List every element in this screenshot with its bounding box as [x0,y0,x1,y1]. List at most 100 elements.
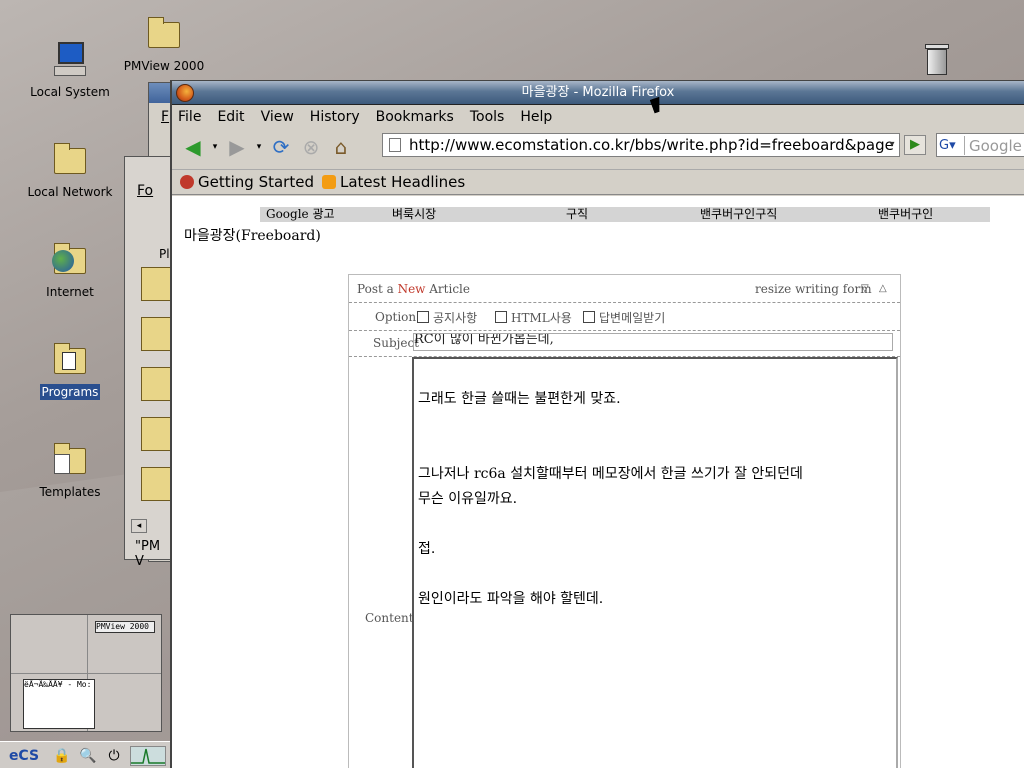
reply-mail-option[interactable]: 답변메일받기 [583,309,665,326]
subject-row: Subject RC이 많이 바뀐가봅는데, [349,331,900,357]
board-title: 마을광장(Freeboard) [184,228,321,244]
content-line [418,512,892,537]
search-engine-icon[interactable]: G▾ [939,136,965,155]
menu-tools[interactable]: Tools [470,109,505,125]
form-heading: Post a New Article [357,282,470,296]
power-icon[interactable]: ⏻ [104,746,124,766]
content-line [418,562,892,587]
desktop-icon-internet[interactable]: Internet [20,240,120,300]
desktop-icon-label: Templates [39,485,101,499]
desktop-icon-programs[interactable]: Programs [20,340,120,400]
subject-input[interactable]: RC이 많이 바뀐가봅는데, [413,333,893,351]
resize-form-label: resize writing form [755,282,872,296]
ad-link[interactable]: 밴쿠버구인구직 [700,207,777,222]
search-input[interactable]: Google [969,135,1022,156]
contents-textarea[interactable]: 그래도 한글 쓸때는 불편한게 맞죠. 그나저나 rc6a 설치할때부터 메모장… [412,357,898,768]
content-line: 접. [418,541,436,557]
bookmark-getting-started-icon [180,175,194,189]
rss-feed-icon [322,175,336,189]
forward-history-icon[interactable]: ▾ [254,134,264,160]
desktop-icon-label: Local System [30,85,110,99]
notice-checkbox[interactable] [417,311,429,323]
reply-mail-checkbox[interactable] [583,311,595,323]
forward-button[interactable]: ▶ [224,134,250,160]
background-menu-fo[interactable]: Fo [137,183,153,199]
desktop-icon-label: Internet [46,285,94,299]
programs-icon [50,340,90,380]
menu-history[interactable]: History [310,109,360,125]
option-label: Option [375,310,417,324]
globe-folder-icon [50,240,90,280]
google-ad-label[interactable]: Google 광고 [266,207,335,222]
desktop-icon-local-system[interactable]: Local System [20,40,120,100]
menu-view[interactable]: View [261,109,294,125]
url-bar[interactable]: http://www.ecomstation.co.kr/bbs/write.p… [382,133,900,157]
back-history-icon[interactable]: ▾ [210,134,220,160]
expand-form-icon[interactable]: △ [879,275,887,303]
taskbar: eCS 🔒 🔍 ⏻ [0,741,170,768]
bookmarks-toolbar: Getting Started Latest Headlines [172,169,1024,195]
pager-window-label: PMView 2000 [96,622,149,631]
form-header: Post a New Article resize writing form ▽… [349,275,900,303]
bookmark-label: Getting Started [198,173,314,191]
search-bar[interactable]: G▾ Google [936,133,1024,157]
desktop-icon-label: PMView 2000 [123,59,205,73]
lock-icon[interactable]: 🔒 [52,746,72,766]
bookmark-label: Latest Headlines [340,173,466,191]
virtual-desktop-pager[interactable]: PMView 2000 ëÃ¬Ã‰Ã­Ã¥ - Mo: [10,614,162,732]
desktop-icon-pmview[interactable]: PMView 2000 [114,14,214,74]
content-line: 무슨 이유일까요. [418,491,518,507]
pager-window-label: ëÃ¬Ã‰Ã­Ã¥ - Mo: [24,680,92,689]
menu-bar: File Edit View History Bookmarks Tools H… [172,105,1024,129]
home-button[interactable]: ⌂ [328,134,354,160]
back-button[interactable]: ◀ [180,134,206,160]
firefox-logo-icon[interactable] [176,84,194,102]
content-line [418,437,892,462]
window-title: 마을광장 - Mozilla Firefox [521,85,675,100]
shrink-form-icon[interactable]: ▽ [861,275,869,303]
trash-icon[interactable] [925,40,949,76]
folder-icon [144,14,184,54]
menu-help[interactable]: Help [520,109,552,125]
background-window-pm: Pl [159,247,170,261]
pager-bottom-left-window[interactable]: ëÃ¬Ã‰Ã­Ã¥ - Mo: [23,679,95,729]
ad-link[interactable]: 밴쿠버구인 [878,207,933,222]
bookmark-latest-headlines[interactable]: Latest Headlines [322,170,465,194]
ad-link[interactable]: 구직 [566,207,588,222]
firefox-window: 마을광장 - Mozilla Firefox File Edit View Hi… [170,80,1024,768]
url-dropdown-icon[interactable]: ▾ [884,133,900,157]
ad-link[interactable]: 벼룩시장 [392,207,436,222]
page-icon [389,138,401,152]
menu-edit[interactable]: Edit [217,109,244,125]
notice-option[interactable]: 공지사항 [417,309,477,326]
search-engine-letter: G [939,138,950,153]
scroll-left-button[interactable]: ◂ [131,519,147,533]
content-line: 원인이라도 파악을 해야 할텐데. [418,591,604,607]
desktop-icon-label: Programs [39,384,101,400]
title-bar[interactable]: 마을광장 - Mozilla Firefox [172,81,1024,105]
ecs-logo-icon[interactable]: eCS [2,746,46,766]
reload-button[interactable]: ⟳ [268,134,294,160]
computer-icon [50,40,90,80]
cpu-monitor-icon[interactable] [130,746,166,766]
content-line [418,412,892,437]
background-menu-f[interactable]: F [161,109,169,125]
menu-file[interactable]: File [178,109,201,125]
background-window-2[interactable]: Fo Pl ◂ "PM V [124,156,174,569]
stop-button[interactable]: ⊗ [298,134,324,160]
desktop-icon-templates[interactable]: Templates [20,440,120,500]
content-line: 그나저나 rc6a 설치할때부터 메모장에서 한글 쓰기가 잘 안되던데 [418,466,803,482]
option-row: Option 공지사항 HTML사용 답변메일받기 [349,304,900,331]
desktop-icon-local-network[interactable]: Local Network [20,140,120,200]
html-checkbox[interactable] [495,311,507,323]
google-ad-links: Google 광고 벼룩시장 구직 밴쿠버구인구직 밴쿠버구인 [260,207,990,222]
desktop-icon-label: Local Network [27,185,113,199]
search-icon[interactable]: 🔍 [78,746,98,766]
url-text: http://www.ecomstation.co.kr/bbs/write.p… [409,136,894,154]
menu-bookmarks[interactable]: Bookmarks [376,109,454,125]
bookmark-getting-started[interactable]: Getting Started [180,170,314,194]
go-button[interactable]: ▶ [904,135,926,155]
html-option[interactable]: HTML사용 [495,309,572,326]
content-line: 그래도 한글 쓸때는 불편한게 맞죠. [418,391,621,407]
pager-top-right-window[interactable]: PMView 2000 [95,621,155,633]
